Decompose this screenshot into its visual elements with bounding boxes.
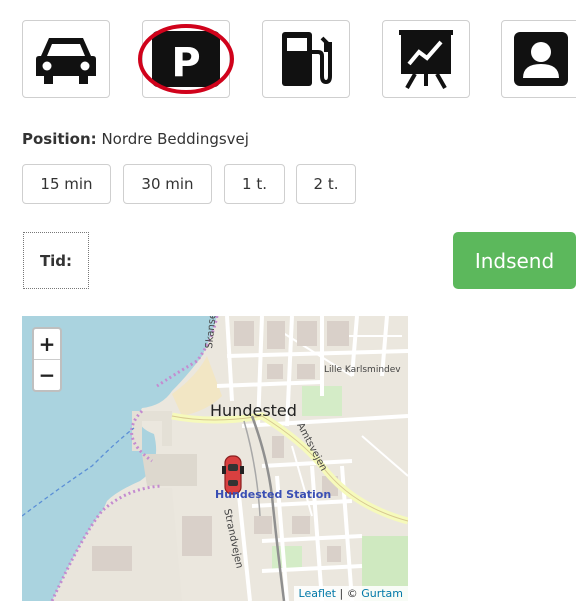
parking-button[interactable]: P [138, 20, 234, 98]
duration-1h-button[interactable]: 1 t. [224, 164, 285, 204]
map[interactable]: Hundested Hundested Station Skansevej Li… [22, 316, 408, 601]
position-label: Position: [22, 130, 97, 148]
zoom-control: + − [32, 327, 62, 392]
attribution-separator: | © [336, 587, 362, 600]
parking-icon: P [138, 24, 234, 94]
fuel-pump-icon [282, 32, 332, 86]
presentation-chart-icon [399, 30, 453, 89]
zoom-out-button[interactable]: − [34, 360, 60, 390]
fuel-button[interactable] [262, 20, 350, 98]
position-row: Position: Nordre Beddingsvej [22, 130, 249, 148]
car-button[interactable] [22, 20, 110, 98]
profile-button[interactable] [501, 20, 576, 98]
map-tiles [22, 316, 408, 601]
duration-2h-button[interactable]: 2 t. [296, 164, 356, 204]
user-profile-icon [514, 32, 568, 86]
time-field[interactable]: Tid: [23, 232, 89, 289]
car-icon [36, 38, 96, 84]
submit-button[interactable]: Indsend [453, 232, 576, 289]
map-label-lille-karlsmindevej: Lille Karlsmindev [324, 365, 401, 375]
duration-15min-button[interactable]: 15 min [22, 164, 111, 204]
svg-text:P: P [171, 40, 200, 86]
position-value: Nordre Beddingsvej [101, 130, 249, 148]
gurtam-link[interactable]: Gurtam [361, 587, 403, 600]
time-label: Tid: [39, 251, 73, 270]
leaflet-link[interactable]: Leaflet [299, 587, 336, 600]
duration-30min-button[interactable]: 30 min [123, 164, 212, 204]
statistics-button[interactable] [382, 20, 470, 98]
map-attribution: Leaflet | © Gurtam [293, 586, 408, 601]
zoom-in-button[interactable]: + [34, 329, 60, 360]
map-label-station: Hundested Station [215, 488, 332, 501]
map-label-town: Hundested [210, 401, 297, 420]
